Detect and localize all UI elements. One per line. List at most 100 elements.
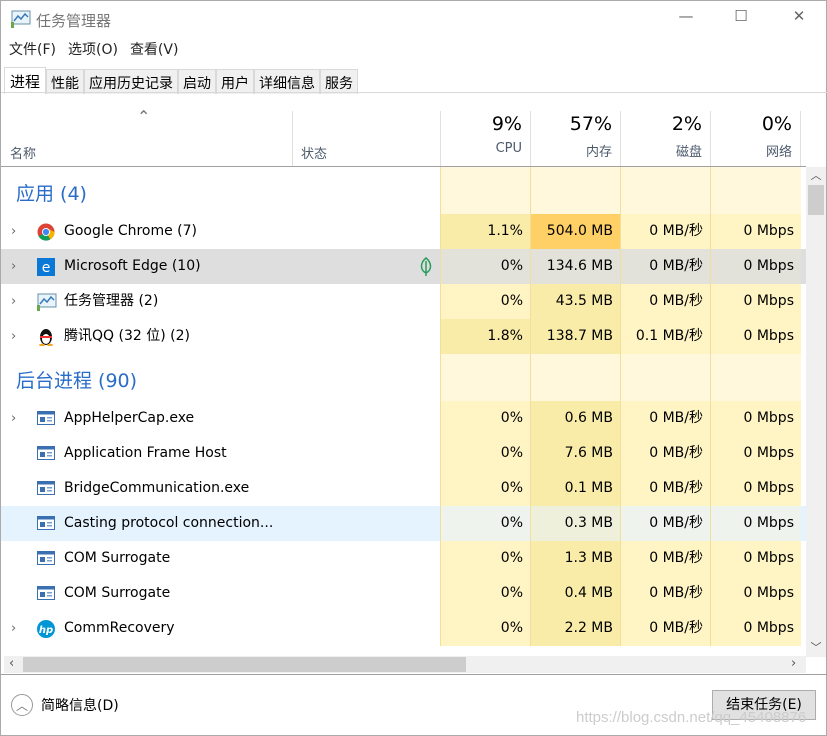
process-row[interactable]: › e Microsoft Edge (10) 0% 134.6 MB 0 MB/秒 0 M… <box>1 249 806 284</box>
tab-users[interactable]: 用户 <box>216 69 255 94</box>
heat-cell <box>710 167 801 214</box>
heat-cell <box>710 354 801 401</box>
disk-value: 0.1 MB/秒 <box>620 319 710 354</box>
process-name: Microsoft Edge (10) <box>64 258 201 274</box>
close-button[interactable]: ✕ <box>784 7 814 31</box>
column-header-memory[interactable]: 57% 内存 <box>530 111 620 166</box>
net-value: 0 Mbps <box>710 541 801 576</box>
disk-total: 2% <box>671 113 702 135</box>
process-row[interactable]: › AppHelperCap.exe 0% 0.6 MB 0 MB/秒 0 Mbps <box>1 401 806 436</box>
tab-app-history[interactable]: 应用历史记录 <box>84 69 179 94</box>
disk-value: 0 MB/秒 <box>620 401 710 436</box>
horizontal-scrollbar[interactable]: ‹ › <box>4 656 806 673</box>
cpu-total: 9% <box>491 113 522 135</box>
memory-total: 57% <box>569 113 612 135</box>
mem-value: 7.6 MB <box>530 436 620 471</box>
title-bar: 任务管理器 — ☐ ✕ <box>1 1 827 37</box>
column-label: 网络 <box>765 145 792 160</box>
process-row[interactable]: › Google Chrome (7) 1.1% 504.0 MB 0 MB/秒 0 Mb… <box>1 214 806 249</box>
heat-cell <box>440 167 530 214</box>
process-name: BridgeCommunication.exe <box>64 480 250 496</box>
mem-value: 0.1 MB <box>530 471 620 506</box>
expand-chevron-icon[interactable]: › <box>11 401 16 436</box>
process-name: Google Chrome (7) <box>64 223 198 239</box>
window-icon <box>37 585 55 602</box>
minimize-button[interactable]: — <box>671 7 701 31</box>
process-row[interactable]: Application Frame Host 0% 7.6 MB 0 MB/秒 0 Mb… <box>1 436 806 471</box>
mem-value: 134.6 MB <box>530 249 620 284</box>
menu-view[interactable]: 查看(V) <box>130 39 179 59</box>
cpu-value: 0% <box>440 436 530 471</box>
expand-chevron-icon[interactable]: › <box>11 214 16 249</box>
disk-value: 0 MB/秒 <box>620 541 710 576</box>
tab-startup[interactable]: 启动 <box>178 69 217 94</box>
process-name: Application Frame Host <box>64 445 227 461</box>
scroll-thumb[interactable] <box>23 657 466 672</box>
process-row[interactable]: › 腾讯QQ (32 位) (2) 1.8% 138.7 MB 0.1 MB/秒 0 Mb… <box>1 319 806 354</box>
divider <box>1 92 827 93</box>
process-row[interactable]: Casting protocol connection... 0% 0.3 MB 0 … <box>1 506 806 541</box>
scroll-up-icon[interactable]: ︿ <box>806 167 826 185</box>
column-header-status[interactable]: 状态 <box>292 111 440 166</box>
vertical-scrollbar[interactable]: ︿ ﹀ <box>806 167 826 657</box>
column-header-name[interactable]: ⌃ 名称 <box>1 107 292 166</box>
scroll-left-icon[interactable]: ‹ <box>9 656 14 671</box>
process-row[interactable]: COM Surrogate 0% 1.3 MB 0 MB/秒 0 Mbps <box>1 541 806 576</box>
cpu-value: 1.1% <box>440 214 530 249</box>
expand-chevron-icon[interactable]: › <box>11 284 16 319</box>
mem-value: 0.3 MB <box>530 506 620 541</box>
mem-value: 43.5 MB <box>530 284 620 319</box>
mem-value: 1.3 MB <box>530 541 620 576</box>
process-name: 任务管理器 (2) <box>64 293 159 309</box>
process-row[interactable]: BridgeCommunication.exe 0% 0.1 MB 0 MB/秒 0 M… <box>1 471 806 506</box>
cpu-value: 0% <box>440 249 530 284</box>
disk-value: 0 MB/秒 <box>620 249 710 284</box>
group-title: 后台进程 (90) <box>16 370 138 392</box>
maximize-button[interactable]: ☐ <box>726 7 756 31</box>
heat-cell <box>530 354 620 401</box>
disk-value: 0 MB/秒 <box>620 436 710 471</box>
scroll-down-icon[interactable]: ﹀ <box>806 639 826 655</box>
process-name: COM Surrogate <box>64 550 171 566</box>
watermark: https://blog.csdn.net/qq_45408876 <box>576 709 807 726</box>
svg-text:hp: hp <box>39 625 53 636</box>
column-label: 名称 <box>10 147 37 162</box>
scroll-thumb[interactable] <box>808 185 824 215</box>
column-header-cpu[interactable]: 9% CPU <box>440 111 530 166</box>
disk-value: 0 MB/秒 <box>620 284 710 319</box>
tab-processes[interactable]: 进程 <box>4 67 47 94</box>
process-row[interactable]: COM Surrogate 0% 0.4 MB 0 MB/秒 0 Mbps <box>1 576 806 611</box>
cpu-value: 0% <box>440 541 530 576</box>
heat-cell <box>620 167 710 214</box>
process-row[interactable]: › 任务管理器 (2) 0% 43.5 MB 0 MB/秒 0 Mbps <box>1 284 806 319</box>
tab-bar: 进程 性能 应用历史记录 启动 用户 详细信息 服务 <box>4 67 359 94</box>
menu-options[interactable]: 选项(O) <box>68 39 118 59</box>
cpu-value: 1.8% <box>440 319 530 354</box>
mem-value: 2.2 MB <box>530 611 620 646</box>
hp-icon: hp <box>37 620 55 638</box>
sort-ascending-icon: ⌃ <box>137 107 151 126</box>
expand-chevron-icon[interactable]: › <box>11 611 16 646</box>
tab-details[interactable]: 详细信息 <box>254 69 321 94</box>
process-row[interactable]: › hp CommRecovery 0% 2.2 MB 0 MB/秒 0 Mbps <box>1 611 806 646</box>
fewer-details-label: 简略信息(D) <box>41 698 119 714</box>
disk-value: 0 MB/秒 <box>620 471 710 506</box>
expand-chevron-icon[interactable]: › <box>11 249 16 284</box>
column-header-network[interactable]: 0% 网络 <box>710 111 801 166</box>
window-icon <box>37 410 55 427</box>
fewer-details-button[interactable]: ︿ 简略信息(D) <box>11 694 119 716</box>
scroll-right-icon[interactable]: › <box>791 656 796 671</box>
expand-chevron-icon[interactable]: › <box>11 319 16 354</box>
tab-services[interactable]: 服务 <box>320 69 359 94</box>
menu-file[interactable]: 文件(F) <box>9 39 56 59</box>
window-title: 任务管理器 <box>36 12 112 30</box>
tab-performance[interactable]: 性能 <box>46 69 85 94</box>
window-icon <box>37 480 55 497</box>
column-header-disk[interactable]: 2% 磁盘 <box>620 111 710 166</box>
qq-penguin-icon <box>37 328 55 347</box>
cpu-value: 0% <box>440 576 530 611</box>
svg-text:e: e <box>42 260 51 276</box>
window-icon <box>37 515 55 532</box>
heat-cell <box>440 354 530 401</box>
cpu-value: 0% <box>440 611 530 646</box>
